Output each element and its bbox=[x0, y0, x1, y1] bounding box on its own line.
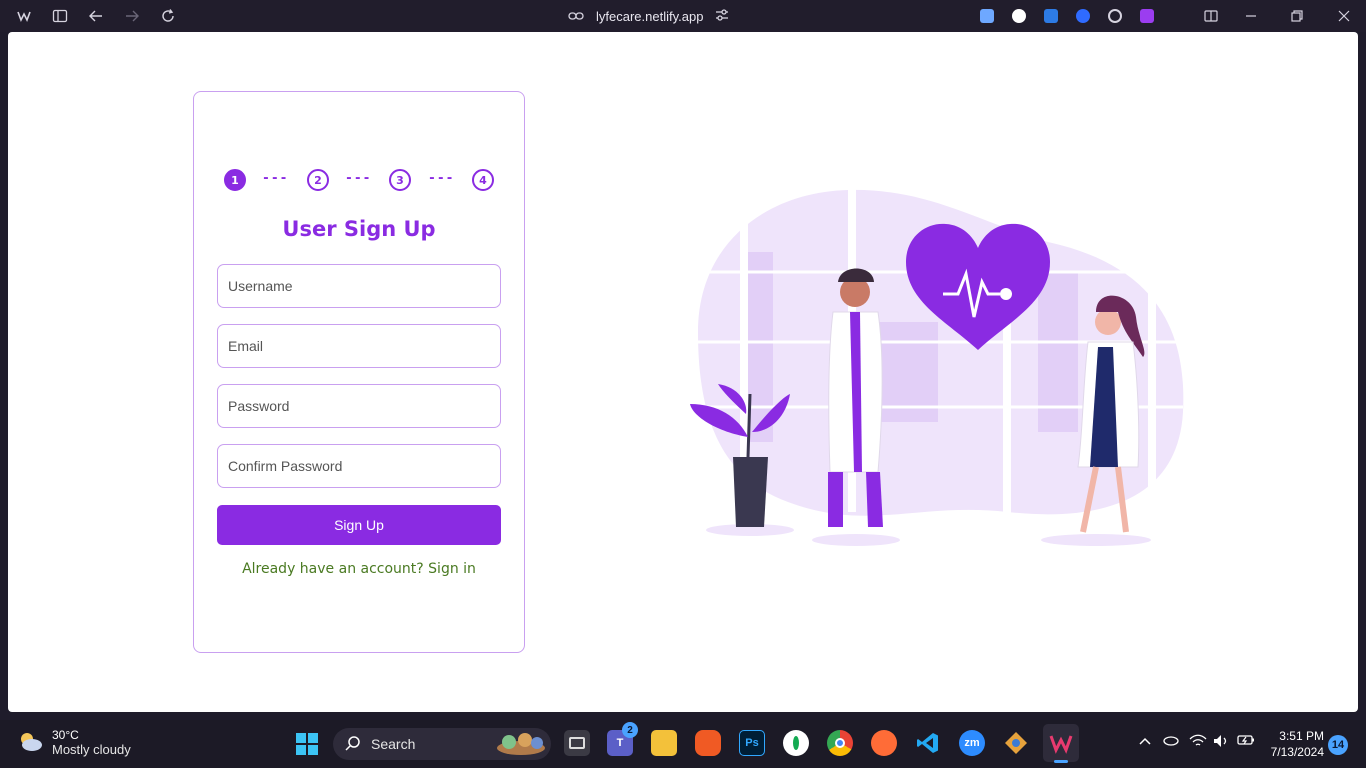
step-separator: --- bbox=[428, 171, 455, 186]
purple-extension-icon[interactable] bbox=[1140, 9, 1154, 23]
photoshop-icon[interactable]: Ps bbox=[739, 730, 765, 756]
forward-icon[interactable] bbox=[124, 8, 140, 24]
onedrive-icon[interactable] bbox=[1161, 734, 1179, 749]
minimize-icon[interactable] bbox=[1243, 8, 1259, 24]
temperature: 30°C bbox=[52, 728, 79, 742]
close-icon[interactable] bbox=[1336, 8, 1352, 24]
task-view-icon[interactable] bbox=[564, 730, 590, 756]
chevron-up-icon[interactable] bbox=[1139, 734, 1151, 749]
page-title: User Sign Up bbox=[282, 217, 436, 241]
url-text[interactable]: lyfecare.netlify.app bbox=[596, 9, 703, 24]
username-field[interactable] bbox=[217, 264, 501, 308]
office-extension-icon[interactable] bbox=[1044, 9, 1058, 23]
step-4: 4 bbox=[472, 169, 494, 191]
step-indicator: 1 --- 2 --- 3 --- 4 bbox=[224, 169, 496, 193]
windows-start-icon[interactable] bbox=[295, 732, 319, 756]
search-icon bbox=[345, 735, 361, 754]
signup-card: 1 --- 2 --- 3 --- 4 User Sign Up Sign Up… bbox=[193, 91, 525, 653]
weather-widget[interactable]: 30°C Mostly cloudy bbox=[16, 728, 131, 759]
search-label: Search bbox=[371, 736, 416, 752]
address-bar[interactable]: lyfecare.netlify.app bbox=[568, 7, 729, 25]
notification-badge[interactable]: 14 bbox=[1328, 735, 1348, 755]
wifi-icon[interactable] bbox=[1189, 734, 1207, 751]
split-view-icon[interactable] bbox=[1203, 8, 1219, 24]
restore-icon[interactable] bbox=[1289, 8, 1305, 24]
battery-icon[interactable] bbox=[1237, 734, 1255, 749]
step-3: 3 bbox=[389, 169, 411, 191]
password-field[interactable] bbox=[217, 384, 501, 428]
clock-time: 3:51 PM bbox=[1279, 729, 1324, 743]
site-settings-icon[interactable] bbox=[715, 8, 729, 24]
volume-icon[interactable] bbox=[1213, 734, 1229, 751]
confirm-password-field[interactable] bbox=[217, 444, 501, 488]
page-viewport: 1 --- 2 --- 3 --- 4 User Sign Up Sign Up… bbox=[8, 32, 1358, 712]
git-app-icon[interactable] bbox=[1003, 730, 1029, 756]
doctors-illustration bbox=[678, 182, 1198, 552]
step-2: 2 bbox=[307, 169, 329, 191]
active-browser-icon[interactable] bbox=[1043, 724, 1079, 763]
link-icon bbox=[568, 9, 584, 24]
step-separator: --- bbox=[262, 171, 289, 186]
clock-date: 7/13/2024 bbox=[1270, 745, 1324, 759]
zoom-icon[interactable]: zm bbox=[959, 730, 985, 756]
search-highlight-icon bbox=[495, 730, 547, 759]
teams-badge: 2 bbox=[622, 722, 638, 738]
w-extension-icon[interactable] bbox=[1012, 9, 1026, 23]
email-field[interactable] bbox=[217, 324, 501, 368]
doc-extension-icon[interactable] bbox=[980, 9, 994, 23]
sidebar-toggle-icon[interactable] bbox=[52, 8, 68, 24]
postman-icon[interactable] bbox=[871, 730, 897, 756]
chrome-icon[interactable] bbox=[827, 730, 853, 756]
vscode-icon[interactable] bbox=[915, 730, 941, 756]
system-clock[interactable]: 3:51 PM 7/13/2024 bbox=[1262, 728, 1324, 760]
windows-taskbar: 30°C Mostly cloudy Search T 2 Ps zm 3:51… bbox=[0, 720, 1366, 768]
brave-icon[interactable] bbox=[695, 730, 721, 756]
step-1: 1 bbox=[224, 169, 246, 191]
signin-link[interactable]: Already have an account? Sign in bbox=[194, 561, 524, 577]
reload-icon[interactable] bbox=[160, 8, 176, 24]
blue-extension-icon[interactable] bbox=[1076, 9, 1090, 23]
taskbar-search[interactable]: Search bbox=[333, 728, 551, 760]
target-extension-icon[interactable] bbox=[1108, 9, 1122, 23]
file-explorer-icon[interactable] bbox=[651, 730, 677, 756]
cloud-icon bbox=[16, 728, 44, 759]
back-icon[interactable] bbox=[88, 8, 104, 24]
weather-status: Mostly cloudy bbox=[52, 742, 131, 757]
step-separator: --- bbox=[345, 171, 372, 186]
mongodb-icon[interactable] bbox=[783, 730, 809, 756]
teams-icon[interactable]: T 2 bbox=[607, 722, 638, 756]
signup-button[interactable]: Sign Up bbox=[217, 505, 501, 545]
browser-logo-icon[interactable] bbox=[16, 8, 32, 24]
browser-toolbar: lyfecare.netlify.app bbox=[0, 0, 1366, 32]
